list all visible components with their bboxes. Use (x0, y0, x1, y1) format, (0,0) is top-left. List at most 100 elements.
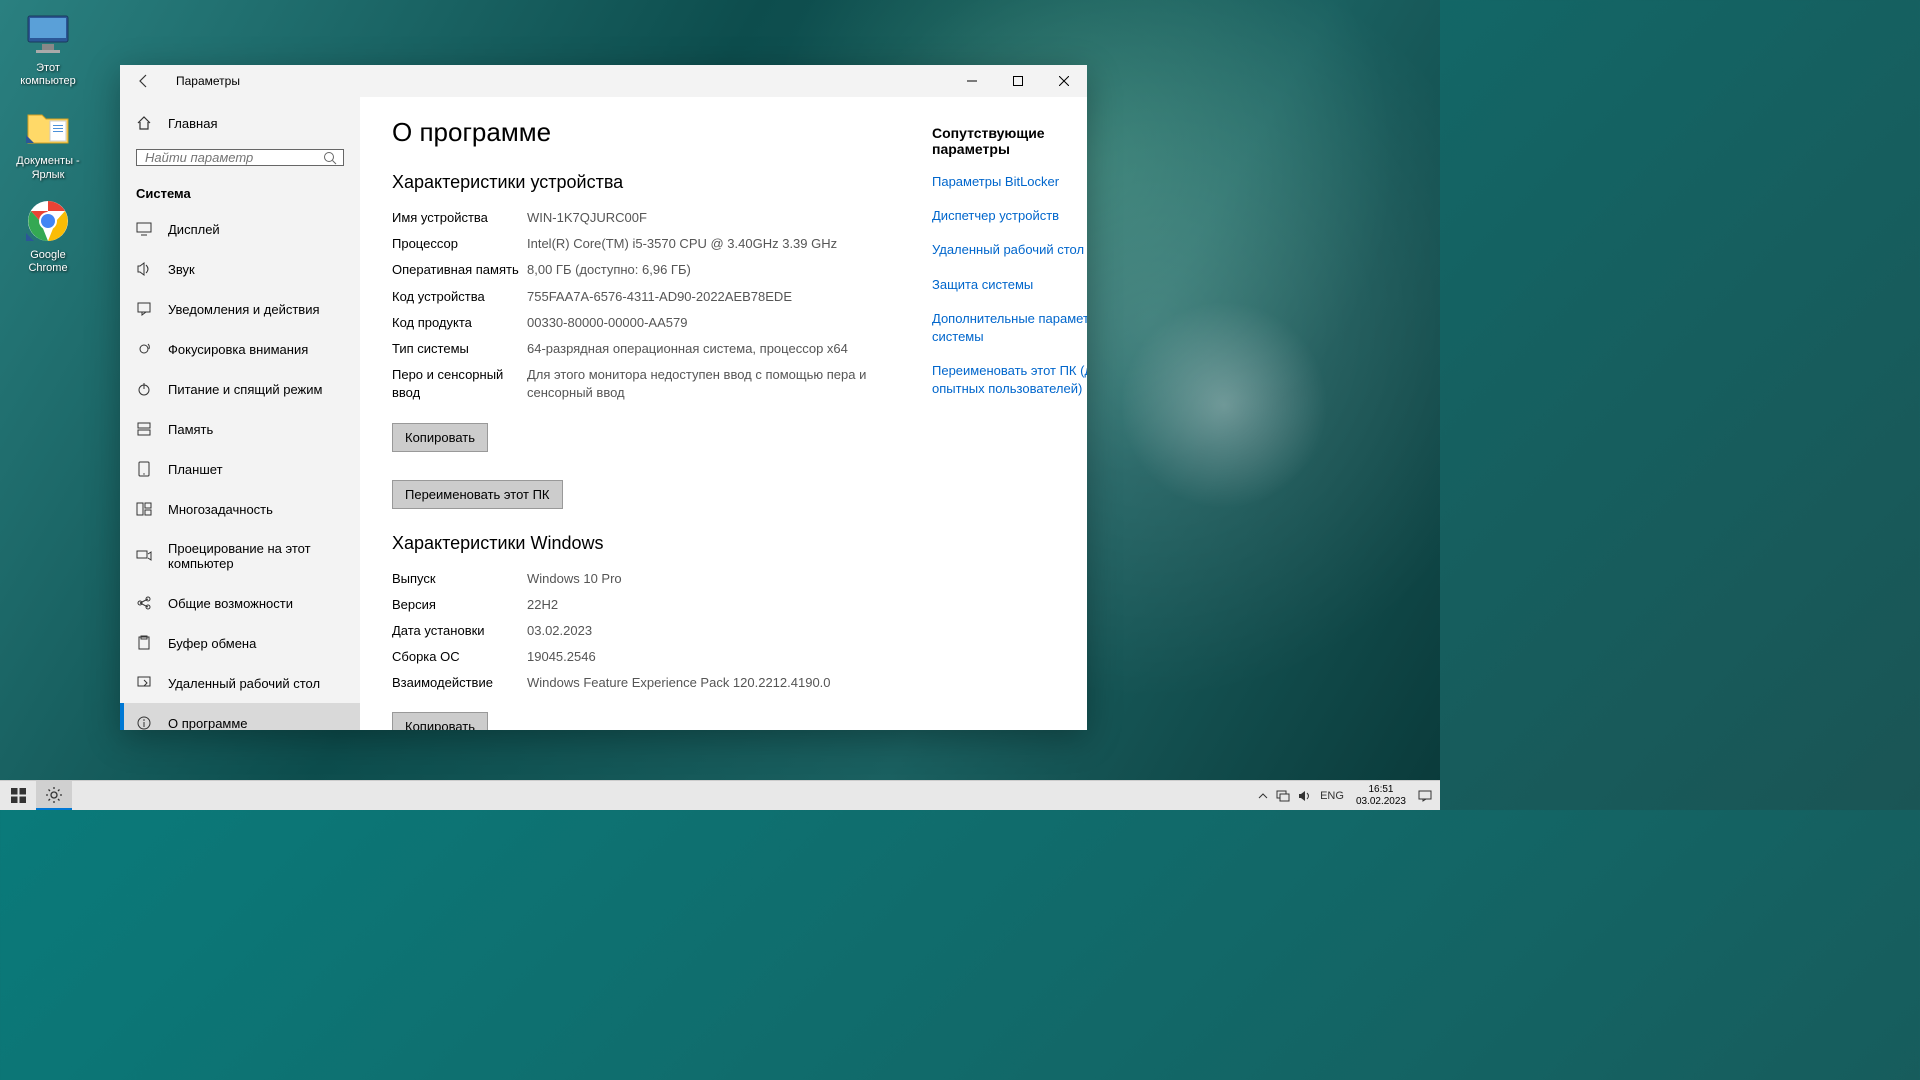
spec-value: Windows 10 Pro (527, 570, 892, 588)
related-settings: Сопутствующие параметры Параметры BitLoc… (932, 117, 1087, 710)
nav-item-label: Дисплей (168, 222, 220, 237)
spec-value: Intel(R) Core(TM) i5-3570 CPU @ 3.40GHz … (527, 235, 892, 253)
nav-item-shared[interactable]: Общие возможности (120, 583, 360, 623)
device-heading: Характеристики устройства (392, 172, 892, 193)
desktop-icon-label: Документы - Ярлык (10, 155, 86, 181)
tablet-icon (136, 461, 152, 477)
close-button[interactable] (1041, 65, 1087, 97)
nav-item-label: Многозадачность (168, 502, 273, 517)
nav-item-project[interactable]: Проецирование на этот компьютер (120, 529, 360, 583)
copy-windows-button[interactable]: Копировать (392, 712, 488, 730)
desktop-icon-label: Этот компьютер (10, 62, 86, 88)
desktop-icon-chrome[interactable]: Google Chrome (10, 197, 86, 275)
display-icon (136, 221, 152, 237)
window-title: Параметры (176, 74, 949, 88)
search-box[interactable] (136, 149, 344, 166)
spec-label: Перо и сенсорный ввод (392, 366, 527, 402)
spec-value: Windows Feature Experience Pack 120.2212… (527, 674, 892, 692)
nav-item-sound[interactable]: Звук (120, 249, 360, 289)
focus-icon (136, 341, 152, 357)
nav-item-remote[interactable]: Удаленный рабочий стол (120, 663, 360, 703)
clock-time: 16:51 (1356, 784, 1406, 796)
nav-item-tablet[interactable]: Планшет (120, 449, 360, 489)
project-icon (136, 548, 152, 564)
nav-item-focus[interactable]: Фокусировка внимания (120, 329, 360, 369)
related-link[interactable]: Диспетчер устройств (932, 207, 1087, 225)
start-button[interactable] (0, 781, 36, 810)
nav-item-label: Питание и спящий режим (168, 382, 322, 397)
clipboard-icon (136, 635, 152, 651)
nav-item-storage[interactable]: Память (120, 409, 360, 449)
back-button[interactable] (120, 65, 168, 97)
minimize-button[interactable] (949, 65, 995, 97)
spec-label: Версия (392, 596, 527, 614)
network-icon[interactable] (1276, 790, 1290, 802)
spec-label: Дата установки (392, 622, 527, 640)
related-link[interactable]: Защита системы (932, 276, 1087, 294)
pc-icon (24, 10, 72, 58)
related-link[interactable]: Переименовать этот ПК (для опытных польз… (932, 362, 1087, 398)
chrome-icon (24, 197, 72, 245)
spec-label: Выпуск (392, 570, 527, 588)
nav-item-display[interactable]: Дисплей (120, 209, 360, 249)
sidebar: Главная Система Дисплей Звук Уведомления и… (120, 97, 360, 730)
spec-value: 8,00 ГБ (доступно: 6,96 ГБ) (527, 261, 892, 279)
nav-item-label: Уведомления и действия (168, 302, 320, 317)
taskbar: ENG 16:51 03.02.2023 (0, 780, 1440, 810)
sidebar-section-label: Система (120, 174, 360, 209)
spec-value: 22H2 (527, 596, 892, 614)
volume-icon[interactable] (1298, 790, 1312, 802)
tray-chevron-up-icon[interactable] (1258, 791, 1268, 801)
storage-icon (136, 421, 152, 437)
nav-item-clipboard[interactable]: Буфер обмена (120, 623, 360, 663)
spec-label: Имя устройства (392, 209, 527, 227)
clock[interactable]: 16:51 03.02.2023 (1352, 784, 1410, 808)
power-icon (136, 381, 152, 397)
spec-label: Код продукта (392, 314, 527, 332)
rename-pc-button[interactable]: Переименовать этот ПК (392, 480, 563, 509)
spec-label: Процессор (392, 235, 527, 253)
spec-label: Взаимодействие (392, 674, 527, 692)
search-input[interactable] (145, 150, 323, 165)
spec-label: Оперативная память (392, 261, 527, 279)
spec-value: Для этого монитора недоступен ввод с пом… (527, 366, 892, 402)
nav-item-notifications[interactable]: Уведомления и действия (120, 289, 360, 329)
nav-item-multitask[interactable]: Многозадачность (120, 489, 360, 529)
language-indicator[interactable]: ENG (1320, 790, 1344, 802)
desktop-icons: Этот компьютер Документы - Ярлык Google … (10, 10, 86, 275)
folder-icon (24, 103, 72, 151)
nav-item-label: Планшет (168, 462, 223, 477)
home-link[interactable]: Главная (120, 105, 360, 141)
page-title: О программе (392, 117, 892, 148)
taskbar-settings-button[interactable] (36, 781, 72, 810)
nav-item-about[interactable]: О программе (120, 703, 360, 730)
home-label: Главная (168, 116, 217, 131)
nav-item-label: Буфер обмена (168, 636, 256, 651)
desktop-icon-documents[interactable]: Документы - Ярлык (10, 103, 86, 181)
search-icon (323, 151, 337, 165)
related-heading: Сопутствующие параметры (932, 125, 1087, 157)
settings-window: Параметры Главная Система Дисплей Звук Уве… (120, 65, 1087, 730)
notifications-icon (136, 301, 152, 317)
copy-device-button[interactable]: Копировать (392, 423, 488, 452)
maximize-button[interactable] (995, 65, 1041, 97)
related-link[interactable]: Удаленный рабочий стол (932, 241, 1087, 259)
nav-item-power[interactable]: Питание и спящий режим (120, 369, 360, 409)
spec-value: 00330-80000-00000-AA579 (527, 314, 892, 332)
nav-item-label: Фокусировка внимания (168, 342, 308, 357)
system-tray: ENG 16:51 03.02.2023 (1250, 781, 1440, 810)
windows-heading: Характеристики Windows (392, 533, 892, 554)
multitask-icon (136, 501, 152, 517)
nav-item-label: Проецирование на этот компьютер (168, 541, 344, 571)
desktop-icon-label: Google Chrome (10, 249, 86, 275)
spec-label: Тип системы (392, 340, 527, 358)
spec-value: WIN-1K7QJURC00F (527, 209, 892, 227)
related-link[interactable]: Дополнительные параметры системы (932, 310, 1087, 346)
desktop-icon-this-pc[interactable]: Этот компьютер (10, 10, 86, 88)
spec-value: 19045.2546 (527, 648, 892, 666)
related-link[interactable]: Параметры BitLocker (932, 173, 1087, 191)
about-icon (136, 715, 152, 730)
action-center-icon[interactable] (1418, 790, 1432, 802)
shared-icon (136, 595, 152, 611)
clock-date: 03.02.2023 (1356, 796, 1406, 808)
